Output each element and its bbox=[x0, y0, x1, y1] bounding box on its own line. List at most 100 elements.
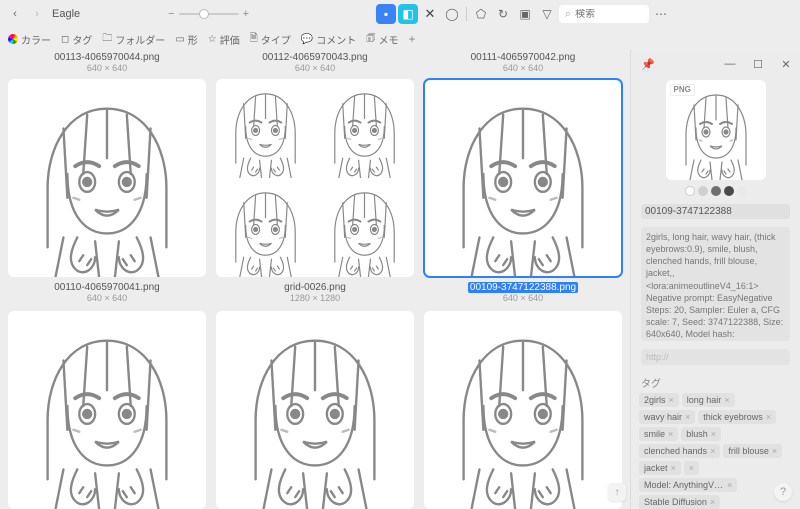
more-icon[interactable]: ⋯ bbox=[651, 4, 671, 24]
file-dims: 640 × 640 bbox=[468, 293, 578, 303]
tag-chip[interactable]: wavy hair× bbox=[639, 410, 695, 424]
tag-label: thick eyebrows bbox=[703, 412, 763, 422]
filter-memo[interactable]: 🗊メモ bbox=[366, 31, 398, 48]
thumbnail-image[interactable] bbox=[216, 311, 414, 509]
shape-icon: ▭ bbox=[175, 34, 184, 45]
thumbnail-image[interactable] bbox=[216, 79, 414, 277]
thumbnail-grid: 00113-4065970044.png640 × 64000112-40659… bbox=[0, 50, 630, 509]
rainbow-icon bbox=[8, 34, 18, 44]
thumbnail-image[interactable] bbox=[424, 311, 622, 509]
nav-back-button[interactable]: ‹ bbox=[6, 5, 24, 23]
color-swatch[interactable] bbox=[685, 186, 695, 196]
zoom-slider[interactable]: − + bbox=[168, 8, 249, 20]
tag-label: smile bbox=[644, 429, 665, 439]
thumbnail-tile[interactable]: grid-0026.png1280 × 1280 bbox=[214, 79, 416, 305]
filename-field[interactable]: 00109-3747122388 bbox=[641, 204, 790, 219]
tag-chip[interactable]: Model: AnythingV5I...× bbox=[639, 478, 737, 492]
file-name[interactable]: 00109-3747122388.png bbox=[468, 282, 578, 293]
help-button[interactable]: ? bbox=[774, 483, 792, 501]
ext-icon-7[interactable]: ▣ bbox=[515, 4, 535, 24]
search-input[interactable] bbox=[575, 9, 635, 20]
file-dims: 640 × 640 bbox=[422, 63, 624, 73]
ext-icon-4[interactable]: ◯ bbox=[442, 4, 462, 24]
ext-icon-2[interactable]: ◧ bbox=[398, 4, 418, 24]
close-button[interactable]: ✕ bbox=[772, 50, 800, 78]
tag-chip[interactable]: clenched hands× bbox=[639, 444, 720, 458]
tag-chip[interactable]: thick eyebrows× bbox=[698, 410, 776, 424]
tag-label: jacket bbox=[644, 463, 668, 473]
thumbnail-tile[interactable] bbox=[214, 311, 416, 509]
minimize-button[interactable]: — bbox=[716, 50, 744, 78]
tag-remove-icon[interactable]: × bbox=[766, 412, 771, 422]
tag-remove-icon[interactable]: × bbox=[710, 497, 715, 507]
tag-remove-icon[interactable]: × bbox=[671, 463, 676, 473]
thumbnail-tile[interactable] bbox=[422, 311, 624, 509]
nav-forward-button[interactable]: › bbox=[28, 5, 46, 23]
filter-folder[interactable]: 🗀フォルダー bbox=[102, 31, 165, 48]
file-name[interactable]: 00111-4065970042.png bbox=[422, 52, 624, 63]
thumbnail-image[interactable] bbox=[8, 311, 206, 509]
file-name[interactable]: grid-0026.png bbox=[284, 282, 346, 293]
tag-remove-icon[interactable]: × bbox=[727, 480, 732, 490]
tag-label: Stable Diffusion bbox=[644, 497, 707, 507]
ext-icon-5[interactable]: ⬠ bbox=[471, 4, 491, 24]
file-name[interactable]: 00112-4065970043.png bbox=[214, 52, 416, 63]
tag-remove-icon[interactable]: × bbox=[689, 463, 694, 473]
filter-tag[interactable]: ◻タグ bbox=[61, 32, 92, 47]
star-icon: ☆ bbox=[208, 34, 217, 45]
filter-type[interactable]: 🗎タイプ bbox=[250, 31, 291, 48]
color-swatch[interactable] bbox=[711, 186, 721, 196]
tag-remove-icon[interactable]: × bbox=[685, 412, 690, 422]
tag-chip[interactable]: 2girls× bbox=[639, 393, 679, 407]
preview-thumbnail[interactable]: PNG bbox=[666, 80, 766, 180]
color-swatch[interactable] bbox=[698, 186, 708, 196]
filter-shape[interactable]: ▭形 bbox=[175, 32, 197, 47]
tag-label: long hair bbox=[687, 395, 722, 405]
thumbnail-tile[interactable] bbox=[6, 311, 208, 509]
filter-toolbar: カラー ◻タグ 🗀フォルダー ▭形 ☆評価 🗎タイプ 💬コメント 🗊メモ + bbox=[0, 28, 800, 50]
tag-chip[interactable]: jacket× bbox=[639, 461, 681, 475]
tag-remove-icon[interactable]: × bbox=[711, 429, 716, 439]
ext-icon-1[interactable]: ▪ bbox=[376, 4, 396, 24]
color-swatch[interactable] bbox=[724, 186, 734, 196]
tag-remove-icon[interactable]: × bbox=[772, 446, 777, 456]
tag-chip[interactable]: × bbox=[684, 461, 699, 475]
thumbnail-image[interactable] bbox=[8, 79, 206, 277]
add-filter-button[interactable]: + bbox=[409, 32, 416, 46]
search-box[interactable]: ⌕ bbox=[559, 5, 649, 23]
color-palette[interactable] bbox=[685, 186, 747, 196]
titlebar: ‹ › Eagle − + ▪ ◧ ✕ ◯ ⬠ ↻ ▣ ▽ ⌕ ⋯ bbox=[0, 0, 800, 28]
tag-chip[interactable]: long hair× bbox=[682, 393, 735, 407]
tag-chip[interactable]: Stable Diffusion× bbox=[639, 495, 720, 509]
maximize-button[interactable]: ☐ bbox=[744, 50, 772, 78]
tag-chip[interactable]: blush× bbox=[681, 427, 721, 441]
filter-color[interactable]: カラー bbox=[8, 32, 51, 47]
thumbnail-tile[interactable]: 00109-3747122388.png640 × 640 bbox=[422, 79, 624, 305]
tag-remove-icon[interactable]: × bbox=[669, 395, 674, 405]
thumbnail-tile[interactable]: 00110-4065970041.png640 × 640 bbox=[6, 79, 208, 305]
color-swatch[interactable] bbox=[737, 186, 747, 196]
tag-chip[interactable]: smile× bbox=[639, 427, 678, 441]
filter-icon[interactable]: ▽ bbox=[537, 4, 557, 24]
ext-icon-3[interactable]: ✕ bbox=[420, 4, 440, 24]
file-name[interactable]: 00113-4065970044.png bbox=[6, 52, 208, 63]
filter-comment[interactable]: 💬コメント bbox=[301, 32, 356, 47]
zoom-in-icon[interactable]: + bbox=[243, 8, 249, 20]
tag-remove-icon[interactable]: × bbox=[724, 395, 729, 405]
description-field[interactable]: 2girls, long hair, wavy hair, (thick eye… bbox=[641, 227, 790, 341]
tag-remove-icon[interactable]: × bbox=[668, 429, 673, 439]
tag-remove-icon[interactable]: × bbox=[710, 446, 715, 456]
file-dims: 640 × 640 bbox=[214, 63, 416, 73]
pin-icon[interactable]: 📌 bbox=[641, 58, 655, 71]
url-field[interactable]: http:// bbox=[641, 349, 790, 365]
tags-list: 2girls×long hair×wavy hair×thick eyebrow… bbox=[639, 393, 792, 509]
tag-label: wavy hair bbox=[644, 412, 682, 422]
scroll-top-button[interactable]: ↑ bbox=[608, 483, 626, 501]
zoom-out-icon[interactable]: − bbox=[168, 8, 174, 20]
file-name[interactable]: 00110-4065970041.png bbox=[54, 282, 159, 293]
thumbnail-image[interactable] bbox=[424, 79, 622, 277]
tag-label: clenched hands bbox=[644, 446, 707, 456]
filter-rating[interactable]: ☆評価 bbox=[208, 32, 240, 47]
tag-chip[interactable]: frill blouse× bbox=[723, 444, 782, 458]
ext-icon-6[interactable]: ↻ bbox=[493, 4, 513, 24]
